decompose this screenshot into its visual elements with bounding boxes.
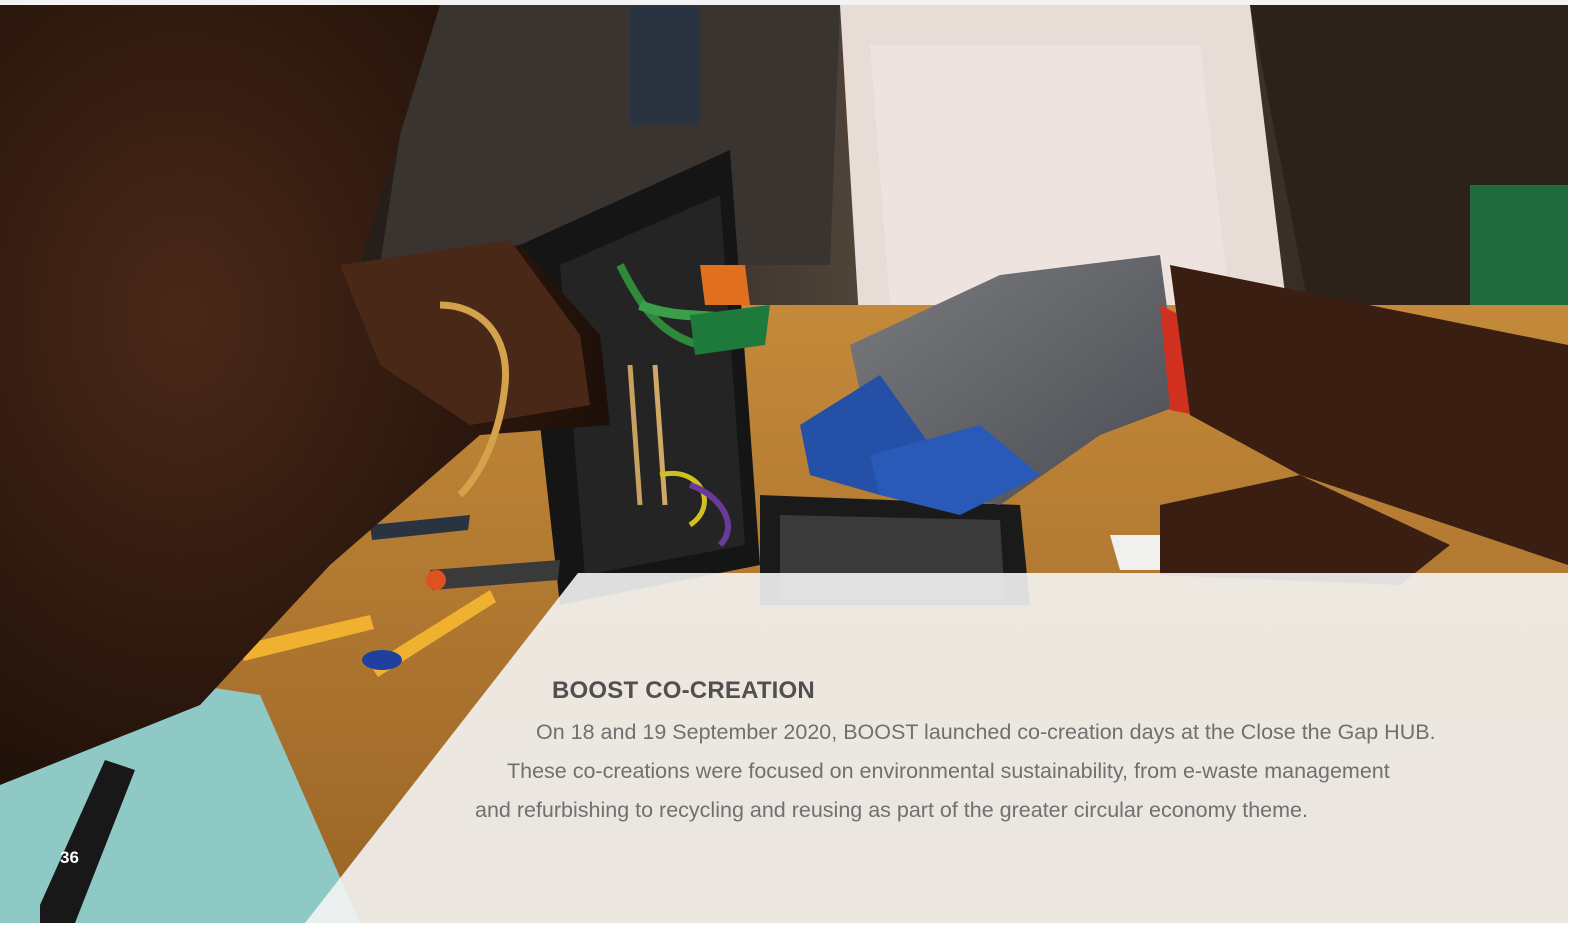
body-line-3: and refurbishing to recycling and reusin…	[475, 798, 1308, 822]
body-line-1: On 18 and 19 September 2020, BOOST launc…	[536, 720, 1436, 744]
workshop-photo	[0, 5, 1568, 923]
body-line-2: These co-creations were focused on envir…	[507, 759, 1390, 783]
page-number: 36	[60, 848, 79, 867]
document-page: BOOST CO-CREATION On 18 and 19 September…	[0, 0, 1568, 923]
section-heading: BOOST CO-CREATION	[552, 677, 815, 704]
workshop-photo-illustration	[0, 5, 1568, 923]
